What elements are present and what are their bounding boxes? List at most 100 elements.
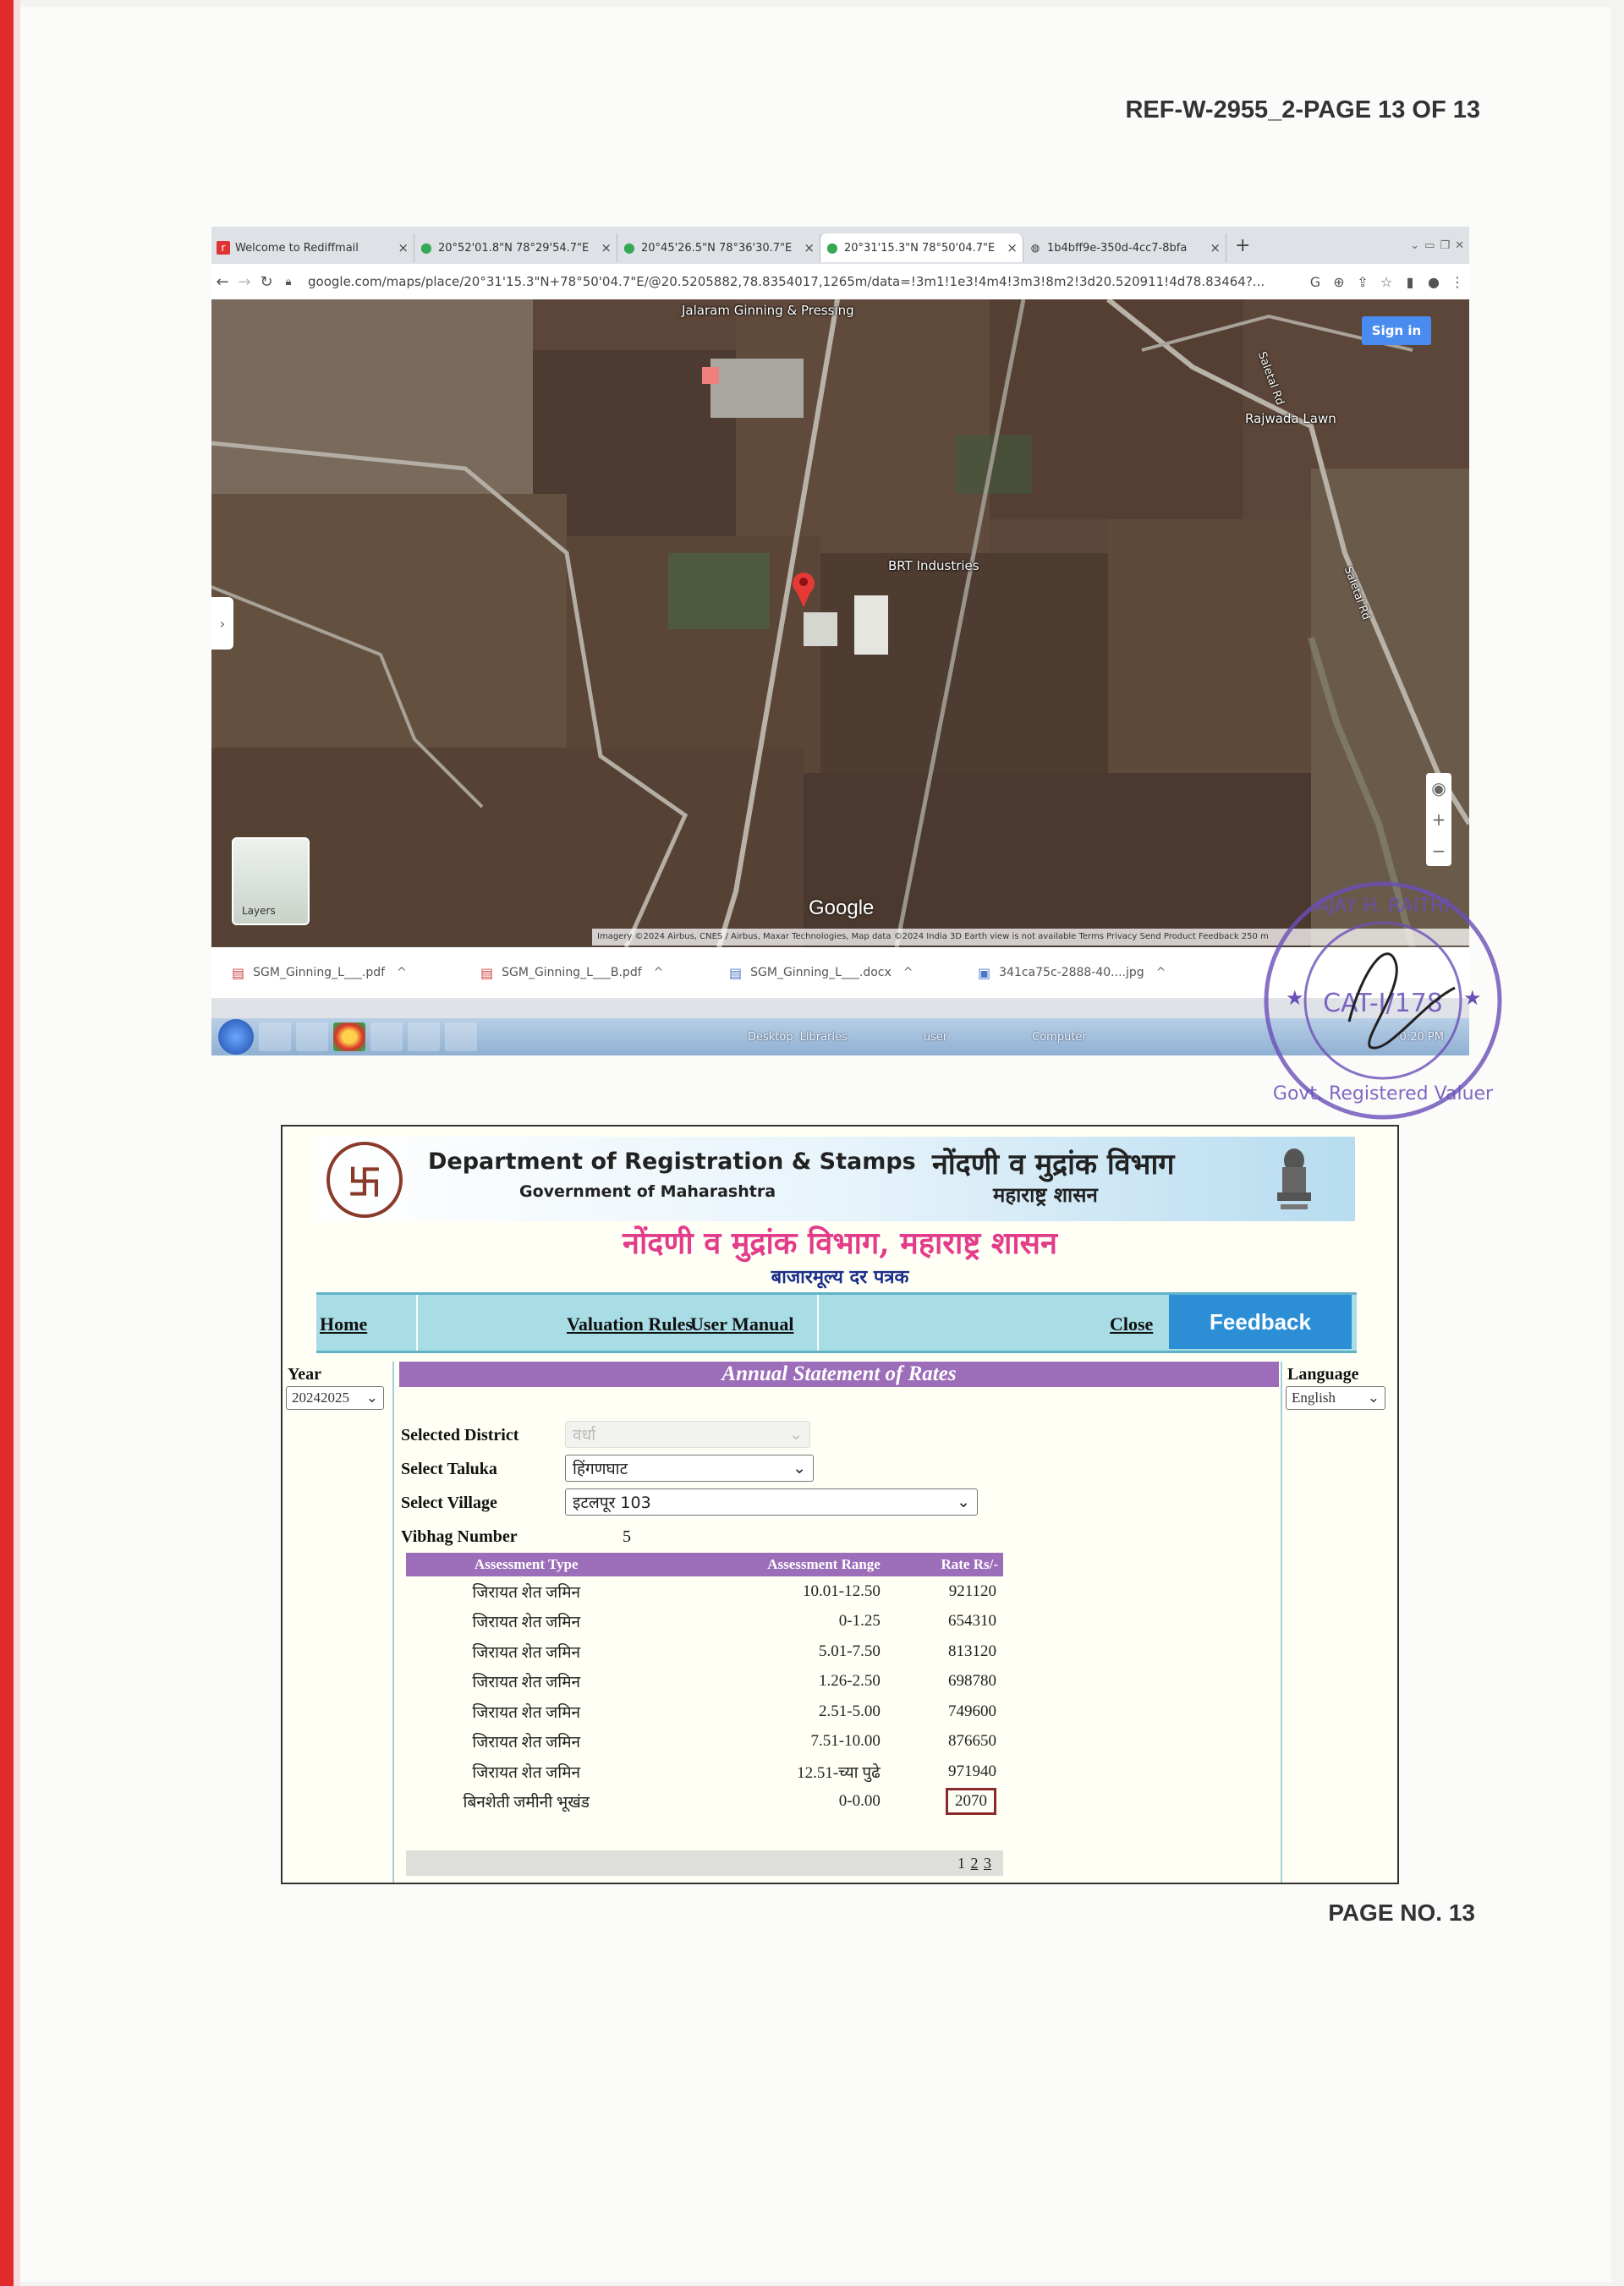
minimize-icon[interactable]: ▭ bbox=[1424, 239, 1435, 252]
reference-header: REF-W-2955_2-PAGE 13 OF 13 bbox=[1125, 96, 1480, 123]
cell-rate: 876650 bbox=[948, 1732, 996, 1751]
download-name: 341ca75c-2888-40....jpg bbox=[999, 966, 1144, 979]
cell-range: 12.51-च्या पुढे bbox=[797, 1763, 881, 1782]
menu-icon[interactable]: ⋮ bbox=[1446, 274, 1469, 290]
collapse-panel-handle[interactable]: › bbox=[211, 597, 233, 650]
star-icon[interactable]: ☆ bbox=[1374, 274, 1398, 290]
year-select[interactable]: 20242025 ⌄ bbox=[286, 1386, 384, 1410]
share-icon[interactable]: ⇪ bbox=[1351, 274, 1374, 290]
zoom-out-icon[interactable]: − bbox=[1432, 841, 1446, 861]
taskbar-firefox-icon[interactable] bbox=[370, 1022, 403, 1051]
taskbar-chrome-icon[interactable] bbox=[333, 1022, 365, 1051]
table-row: जिरायत शेत जमिन 5.01-7.50 813120 bbox=[406, 1636, 1003, 1667]
taskbar-desktop[interactable]: Desktop bbox=[748, 1031, 793, 1044]
cell-rate: 971940 bbox=[948, 1762, 996, 1780]
taskbar-user[interactable]: user bbox=[924, 1031, 947, 1044]
chevron-down-icon: ⌄ bbox=[789, 1425, 803, 1444]
svg-text:★: ★ bbox=[1463, 986, 1482, 1010]
close-icon[interactable]: × bbox=[601, 240, 612, 255]
igr-banner: 卐 Department of Registration & Stamps Go… bbox=[316, 1137, 1355, 1221]
year-value: 20242025 bbox=[292, 1390, 349, 1406]
taskbar-media-icon[interactable] bbox=[296, 1022, 328, 1051]
close-window-icon[interactable]: ✕ bbox=[1455, 239, 1464, 252]
download-item[interactable]: ▣ 341ca75c-2888-40....jpg ^ bbox=[957, 965, 1206, 981]
national-emblem-icon bbox=[1277, 1148, 1311, 1209]
start-button-icon[interactable] bbox=[218, 1019, 254, 1055]
satellite-map[interactable]: › Jalaram Ginning & Pressing Rajwada Law… bbox=[211, 299, 1469, 947]
nav-home[interactable]: Home bbox=[320, 1313, 367, 1335]
download-item[interactable]: ▤ SGM_Ginning_L___.pdf ^ bbox=[211, 965, 460, 981]
page-link-3[interactable]: 3 bbox=[984, 1855, 991, 1872]
restore-icon[interactable]: ❐ bbox=[1440, 239, 1450, 252]
village-select[interactable]: इटलपूर 103 ⌄ bbox=[565, 1488, 978, 1516]
chevron-down-icon[interactable]: ⌄ bbox=[1410, 239, 1419, 252]
scan-red-edge bbox=[0, 0, 14, 2286]
download-name: SGM_Ginning_L___B.pdf bbox=[502, 966, 642, 979]
taskbar-computer[interactable]: Computer bbox=[1032, 1031, 1087, 1044]
taluka-select[interactable]: हिंगणघाट ⌄ bbox=[565, 1455, 814, 1482]
tab-uuid[interactable]: ◍ 1b4bff9e-350d-4cc7-8bfa × bbox=[1023, 233, 1226, 262]
download-item[interactable]: ▤ SGM_Ginning_L___B.pdf ^ bbox=[460, 965, 709, 981]
taskbar-folder-icon[interactable] bbox=[408, 1022, 440, 1051]
compass-icon[interactable]: ◉ bbox=[1431, 778, 1446, 798]
close-icon[interactable]: × bbox=[804, 240, 815, 255]
chevron-up-icon[interactable]: ^ bbox=[1156, 966, 1166, 979]
igr-title: नोंदणी व मुद्रांक विभाग, महाराष्ट्र शासन bbox=[622, 1225, 1057, 1261]
close-icon[interactable]: × bbox=[1007, 240, 1018, 255]
year-label: Year bbox=[288, 1365, 321, 1384]
dept-name-en: Department of Registration & Stamps bbox=[428, 1148, 916, 1175]
layers-button[interactable]: Layers bbox=[232, 837, 310, 925]
taskbar-app-icon[interactable] bbox=[445, 1022, 477, 1051]
install-icon[interactable]: ⊕ bbox=[1327, 274, 1351, 290]
page-link-2[interactable]: 2 bbox=[971, 1855, 979, 1872]
chevron-up-icon[interactable]: ^ bbox=[654, 966, 664, 979]
tab-map-1[interactable]: ⬤ 20°52'01.8"N 78°29'54.7"E × bbox=[414, 233, 617, 262]
map-label-brt: BRT Industries bbox=[888, 558, 979, 573]
profile-icon[interactable]: ● bbox=[1422, 274, 1446, 290]
language-select[interactable]: English ⌄ bbox=[1286, 1386, 1385, 1410]
rates-table: Assessment Type Assessment Range Rate Rs… bbox=[406, 1553, 1003, 1817]
annual-statement-heading: Annual Statement of Rates bbox=[399, 1362, 1279, 1387]
table-row: जिरायत शेत जमिन 2.51-5.00 749600 bbox=[406, 1697, 1003, 1727]
nav-close[interactable]: Close bbox=[1110, 1313, 1153, 1335]
download-item[interactable]: ▤ SGM_Ginning_L___.docx ^ bbox=[709, 965, 957, 981]
google-logo: Google bbox=[809, 896, 875, 919]
taskbar-libraries[interactable]: Libraries bbox=[800, 1031, 848, 1044]
tab-title: 20°31'15.3"N 78°50'04.7"E bbox=[844, 241, 996, 255]
village-label: Select Village bbox=[401, 1494, 497, 1512]
close-icon[interactable]: × bbox=[398, 240, 409, 255]
back-icon[interactable]: ← bbox=[211, 273, 233, 291]
nav-valuation-rules[interactable]: Valuation Rules bbox=[567, 1313, 693, 1335]
village-row: Select Village इटलपूर 103 ⌄ bbox=[401, 1488, 993, 1522]
table-row: जिरायत शेत जमिन 10.01-12.50 921120 bbox=[406, 1576, 1003, 1607]
table-row: जिरायत शेत जमिन 1.26-2.50 698780 bbox=[406, 1667, 1003, 1697]
page-number: PAGE NO. 13 bbox=[1328, 1900, 1475, 1926]
chevron-up-icon[interactable]: ^ bbox=[397, 966, 407, 979]
pagination: 1 2 3 bbox=[406, 1850, 1003, 1876]
taskbar-ie-icon[interactable] bbox=[259, 1022, 291, 1051]
reload-icon[interactable]: ↻ bbox=[255, 273, 277, 291]
zoom-in-icon[interactable]: + bbox=[1432, 809, 1446, 830]
zoom-controls: ◉ + − bbox=[1426, 773, 1451, 866]
sign-in-button[interactable]: Sign in bbox=[1362, 316, 1431, 345]
district-label: Selected District bbox=[401, 1426, 519, 1445]
new-tab-icon[interactable]: + bbox=[1235, 235, 1250, 256]
url-field[interactable]: google.com/maps/place/20°31'15.3"N+78°50… bbox=[308, 274, 1303, 289]
forward-icon[interactable]: → bbox=[233, 273, 255, 291]
valuer-stamp: CAT-I/178 AJAY H. RAITHI Govt. Registere… bbox=[1264, 881, 1502, 1120]
close-icon[interactable]: × bbox=[1210, 240, 1221, 255]
gov-name-mr: महाराष्ट्र शासन bbox=[993, 1183, 1098, 1207]
tab-map-2[interactable]: ⬤ 20°45'26.5"N 78°36'30.7"E × bbox=[617, 233, 820, 262]
language-panel: Language English ⌄ bbox=[1281, 1362, 1399, 1883]
chevron-down-icon: ⌄ bbox=[957, 1493, 970, 1511]
chevron-up-icon[interactable]: ^ bbox=[903, 966, 914, 979]
google-icon[interactable]: G bbox=[1303, 274, 1327, 290]
feedback-button[interactable]: Feedback bbox=[1169, 1295, 1352, 1349]
sidepanel-icon[interactable]: ▮ bbox=[1398, 274, 1422, 290]
tab-map-3-active[interactable]: ⬤ 20°31'15.3"N 78°50'04.7"E × bbox=[820, 233, 1023, 262]
cell-type: जिरायत शेत जमिन bbox=[472, 1583, 581, 1602]
district-row: Selected District वर्धा ⌄ bbox=[401, 1421, 993, 1455]
tab-rediffmail[interactable]: r Welcome to Rediffmail × bbox=[211, 233, 414, 262]
nav-user-manual[interactable]: User Manual bbox=[690, 1313, 793, 1335]
layers-label: Layers bbox=[242, 905, 276, 917]
